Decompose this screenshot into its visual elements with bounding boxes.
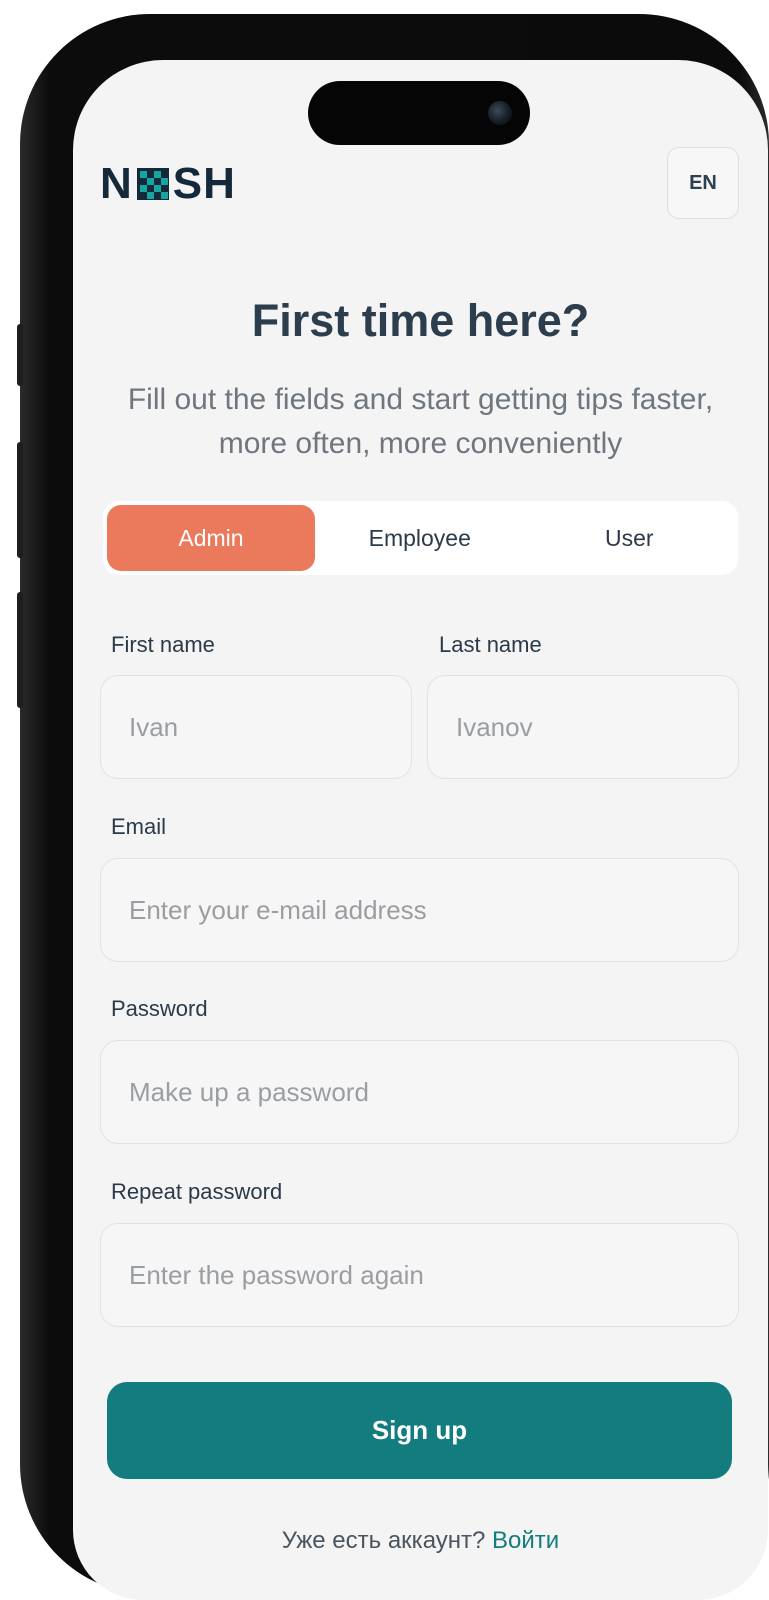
first-name-field — [100, 675, 412, 779]
email-field — [100, 858, 739, 962]
nosh-logo: N SH — [100, 159, 236, 208]
tab-admin[interactable]: Admin — [107, 505, 315, 571]
repeat-password-input[interactable] — [101, 1224, 738, 1326]
logo-letter-n: N — [100, 159, 133, 208]
password-label: Password — [111, 996, 208, 1021]
dynamic-island — [308, 81, 530, 145]
email-input[interactable] — [101, 859, 738, 961]
last-name-label: Last name — [439, 632, 542, 657]
silent-switch — [17, 324, 23, 386]
login-link[interactable]: Войти — [492, 1527, 559, 1554]
first-name-label: First name — [111, 632, 215, 657]
front-camera-icon — [488, 101, 512, 125]
app-screen: N SH EN First time here? Fill out the fi… — [73, 60, 768, 1600]
login-prompt: Уже есть аккаунт? Войти — [73, 1527, 768, 1555]
repeat-password-field — [100, 1223, 739, 1327]
tab-employee[interactable]: Employee — [315, 505, 525, 571]
tab-user[interactable]: User — [525, 505, 735, 571]
login-prompt-text: Уже есть аккаунт? — [281, 1527, 486, 1554]
volume-up-button — [17, 442, 23, 558]
logo-letters-sh: SH — [172, 159, 236, 208]
page-title: First time here? — [251, 295, 590, 346]
repeat-password-label: Repeat password — [111, 1179, 283, 1204]
phone-frame: N SH EN First time here? Fill out the fi… — [17, 14, 769, 1600]
password-input[interactable] — [101, 1041, 738, 1143]
email-label: Email — [111, 814, 167, 839]
last-name-input[interactable] — [428, 676, 738, 778]
checkered-square-icon — [136, 168, 169, 200]
sign-up-button[interactable]: Sign up — [107, 1382, 732, 1479]
password-field — [100, 1040, 739, 1144]
role-tabs: Admin Employee User — [103, 501, 738, 575]
page-subtitle: Fill out the fields and start getting ti… — [127, 383, 714, 460]
volume-down-button — [17, 592, 23, 708]
language-switcher-button[interactable]: EN — [667, 147, 739, 219]
first-name-input[interactable] — [101, 676, 411, 778]
last-name-field — [427, 675, 739, 779]
